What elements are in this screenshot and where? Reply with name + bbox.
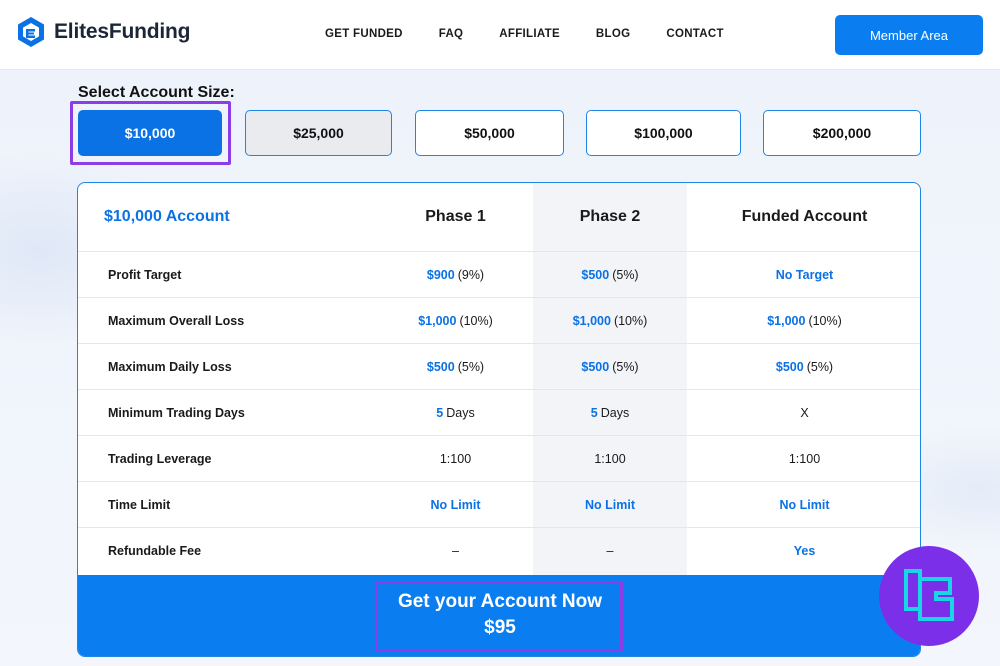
- cell-detail: Days: [600, 406, 630, 420]
- cell-funded: X: [687, 390, 920, 436]
- cell-value: 5: [590, 406, 598, 420]
- cell-detail: (5%): [612, 360, 639, 374]
- cell-phase-1: 1:100: [378, 436, 533, 482]
- cell-phase-2: 5 Days: [533, 390, 687, 436]
- row-label: Maximum Daily Loss: [108, 360, 232, 374]
- cell-value: $500: [581, 360, 610, 374]
- size-option-25000[interactable]: $25,000: [245, 110, 392, 156]
- table-header-row: $10,000 Account Phase 1 Phase 2 Funded A…: [78, 183, 920, 251]
- cell-detail: (5%): [612, 268, 639, 282]
- nav-faq[interactable]: FAQ: [439, 28, 464, 40]
- size-option-50000[interactable]: $50,000: [415, 110, 564, 156]
- row-label: Minimum Trading Days: [108, 406, 245, 420]
- cell-value: No Target: [775, 268, 834, 282]
- table-row: Trading Leverage 1:100 1:100 1:100: [78, 435, 920, 482]
- cell-phase-2: $500 (5%): [533, 252, 687, 298]
- cell-phase-1: $900 (9%): [378, 252, 533, 298]
- cell-detail: (10%): [808, 314, 842, 328]
- cell-phase-2: $500 (5%): [533, 344, 687, 390]
- cell-funded: 1:100: [687, 436, 920, 482]
- account-size-label: Select Account Size:: [78, 84, 235, 101]
- nav-get-funded[interactable]: GET FUNDED: [325, 28, 403, 40]
- cell-detail: (5%): [457, 360, 485, 374]
- cell-phase-1: $1,000 (10%): [378, 298, 533, 344]
- cell-phase-1: –: [378, 528, 533, 574]
- cell-phase-2: –: [533, 528, 687, 574]
- cell-funded: No Limit: [687, 482, 920, 528]
- cell-value: No Limit: [430, 498, 481, 512]
- member-area-button[interactable]: Member Area: [835, 15, 983, 55]
- cell-value: $500: [775, 360, 804, 374]
- brand-mark-icon: [18, 17, 44, 47]
- cell-detail: X: [800, 406, 809, 420]
- row-label: Refundable Fee: [108, 544, 202, 558]
- table-row: Time Limit No Limit No Limit No Limit: [78, 481, 920, 528]
- cell-detail: (10%): [613, 314, 648, 328]
- table-row: Refundable Fee – – Yes: [78, 527, 920, 574]
- cell-value: $1,000: [572, 314, 611, 328]
- cell-detail: (9%): [457, 268, 485, 282]
- row-label: Trading Leverage: [108, 452, 212, 466]
- cell-funded: $500 (5%): [687, 344, 920, 390]
- cell-detail: 1:100: [788, 452, 821, 466]
- cell-value: No Limit: [779, 498, 830, 512]
- main-nav: GET FUNDED FAQ AFFILIATE BLOG CONTACT: [325, 28, 760, 40]
- nav-contact[interactable]: CONTACT: [666, 28, 723, 40]
- brand-name: ElitesFunding: [54, 20, 191, 43]
- cell-detail: (10%): [459, 314, 493, 328]
- cell-detail: –: [606, 544, 614, 558]
- nav-blog[interactable]: BLOG: [596, 28, 630, 40]
- cell-value: $500: [581, 268, 610, 282]
- table-row: Maximum Daily Loss $500 (5%) $500 (5%) $500 (5…: [78, 343, 920, 390]
- size-option-200000[interactable]: $200,000: [763, 110, 921, 156]
- cell-value: Yes: [793, 544, 816, 558]
- row-label: Time Limit: [108, 498, 171, 512]
- account-details-card: $10,000 Account Phase 1 Phase 2 Funded A…: [77, 182, 921, 657]
- cell-value: $1,000: [418, 314, 457, 328]
- cta-highlight: [375, 581, 623, 652]
- brand-logo[interactable]: ElitesFunding: [16, 16, 190, 48]
- cell-detail: 1:100: [594, 452, 626, 466]
- cell-phase-2: $1,000 (10%): [533, 298, 687, 344]
- row-label: Maximum Overall Loss: [108, 314, 245, 328]
- cell-detail: (5%): [806, 360, 834, 374]
- cell-funded: No Target: [687, 252, 920, 298]
- site-header: ElitesFunding GET FUNDED FAQ AFFILIATE B…: [0, 0, 1000, 70]
- cell-value: $500: [426, 360, 455, 374]
- nav-affiliate[interactable]: AFFILIATE: [499, 28, 560, 40]
- column-phase-1: Phase 1: [425, 208, 486, 225]
- size-option-10000[interactable]: $10,000: [78, 110, 222, 156]
- cell-detail: –: [452, 544, 459, 558]
- cell-value: $900: [426, 268, 455, 282]
- cell-phase-2: 1:100: [533, 436, 687, 482]
- cell-value: $1,000: [767, 314, 806, 328]
- table-row: Profit Target $900 (9%) $500 (5%) No Target: [78, 251, 920, 298]
- watermark-badge: [879, 546, 979, 646]
- cell-phase-1: 5 Days: [378, 390, 533, 436]
- row-label: Profit Target: [108, 268, 182, 282]
- size-option-100000[interactable]: $100,000: [586, 110, 741, 156]
- cell-phase-1: $500 (5%): [378, 344, 533, 390]
- table-row: Maximum Overall Loss $1,000 (10%) $1,000 (10…: [78, 297, 920, 344]
- cell-detail: 1:100: [439, 452, 472, 466]
- cell-value: 5: [436, 406, 444, 420]
- cell-phase-2: No Limit: [533, 482, 687, 528]
- account-title: $10,000 Account: [104, 208, 230, 225]
- table-row: Minimum Trading Days 5 Days 5 Days X: [78, 389, 920, 436]
- column-funded-account: Funded Account: [741, 208, 868, 225]
- get-account-button[interactable]: Get your Account Now $95: [78, 575, 920, 656]
- cell-value: No Limit: [585, 498, 635, 512]
- cell-funded: $1,000 (10%): [687, 298, 920, 344]
- tc-logo-icon: [904, 569, 954, 621]
- cell-phase-1: No Limit: [378, 482, 533, 528]
- cell-funded: Yes: [687, 528, 920, 574]
- cell-detail: Days: [446, 406, 475, 420]
- column-phase-2: Phase 2: [579, 208, 641, 225]
